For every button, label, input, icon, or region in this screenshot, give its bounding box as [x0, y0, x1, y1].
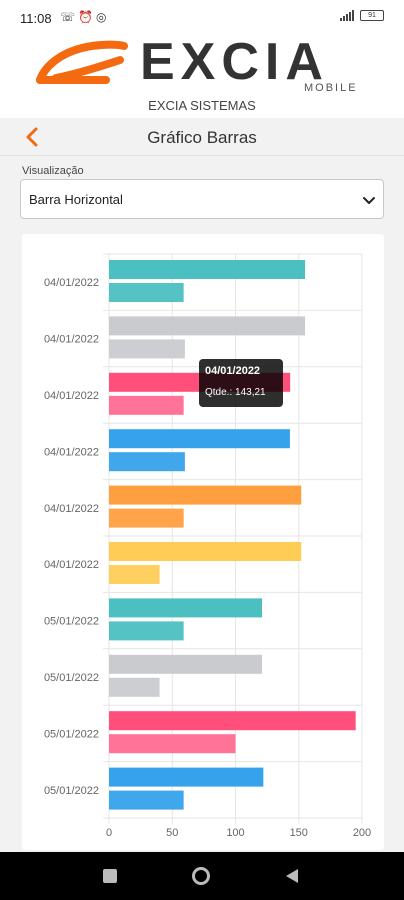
bar-series-1	[109, 598, 263, 618]
excia-logo-icon	[36, 40, 128, 84]
chevron-down-icon	[363, 197, 375, 204]
bar-series-1	[109, 767, 264, 787]
y-tick-label: 05/01/2022	[44, 785, 99, 797]
bar-series-1	[109, 542, 302, 561]
bar-series-2	[109, 677, 160, 697]
y-tick-label: 04/01/2022	[44, 446, 99, 458]
x-tick-label: 0	[106, 827, 112, 839]
circle-icon	[192, 867, 210, 885]
x-tick-label: 100	[226, 827, 244, 839]
bar-chart: 04/01/202204/01/202204/01/202204/01/2022…	[44, 253, 371, 839]
bar-series-1	[109, 485, 302, 505]
bar-series-1	[109, 711, 356, 731]
bar-series-2	[109, 565, 160, 584]
y-tick-label: 05/01/2022	[44, 672, 99, 684]
tooltip-body: Qtde.: 143,21	[205, 387, 266, 398]
back-nav-button[interactable]	[282, 866, 302, 886]
navigation-bar	[0, 852, 404, 900]
y-tick-label: 04/01/2022	[44, 559, 99, 571]
status-time: 11:08	[20, 11, 52, 26]
bar-series-1	[109, 260, 306, 279]
bar-series-2	[109, 339, 185, 359]
triangle-back-icon	[286, 869, 298, 883]
visualization-label: Visualização	[22, 165, 84, 177]
brand-caption: EXCIA SISTEMAS	[148, 98, 256, 113]
whatsapp-icon: ◎	[95, 10, 110, 24]
y-tick-label: 04/01/2022	[44, 390, 99, 402]
brand-header: EXCIA MOBILE EXCIA SISTEMAS	[0, 32, 404, 118]
system-icons: 91	[340, 10, 384, 21]
signal-icon	[340, 10, 354, 21]
bar-series-2	[109, 790, 184, 810]
battery-icon: 91	[360, 10, 384, 21]
bar-series-2	[109, 283, 184, 302]
page-header: Gráfico Barras	[0, 118, 404, 156]
visualization-selected-value: Barra Horizontal	[29, 192, 123, 207]
bar-series-1	[109, 654, 263, 674]
missed-call-icon: ☏	[60, 10, 79, 24]
x-tick-label: 200	[353, 827, 371, 839]
bar-series-2	[109, 508, 184, 528]
bar-series-2	[109, 452, 185, 472]
brand-tagline: MOBILE	[304, 82, 358, 94]
chart-tooltip: 04/01/2022 Qtde.: 143,21	[199, 359, 283, 407]
page-title: Gráfico Barras	[147, 128, 257, 147]
chart-card: 04/01/2022 04/01/2022 04/01/2022 04/01/2022…	[22, 234, 384, 850]
y-tick-label: 05/01/2022	[44, 616, 99, 628]
bar-series-1	[109, 429, 290, 449]
recents-button[interactable]	[100, 866, 120, 886]
y-tick-label: 04/01/2022	[44, 277, 99, 289]
visualization-select[interactable]: Barra Horizontal	[20, 179, 384, 219]
status-bar: 11:08 ☏⏰◎ 91	[0, 0, 404, 32]
notification-icons: ☏⏰◎	[60, 10, 109, 24]
y-tick-label: 04/01/2022	[44, 503, 99, 515]
bar-series-2	[109, 621, 184, 641]
brand-name: EXCIA	[140, 33, 329, 91]
x-tick-label: 50	[166, 827, 178, 839]
home-button[interactable]	[191, 866, 211, 886]
bar-series-1	[109, 316, 306, 336]
x-tick-label: 150	[290, 827, 308, 839]
tooltip-title: 04/01/2022	[205, 365, 261, 377]
y-tick-label: 05/01/2022	[44, 728, 99, 740]
alarm-icon: ⏰	[78, 10, 96, 24]
square-icon	[103, 869, 117, 883]
y-tick-label: 04/01/2022	[44, 334, 99, 346]
bar-series-2	[109, 734, 236, 754]
bar-series-2	[109, 395, 184, 415]
